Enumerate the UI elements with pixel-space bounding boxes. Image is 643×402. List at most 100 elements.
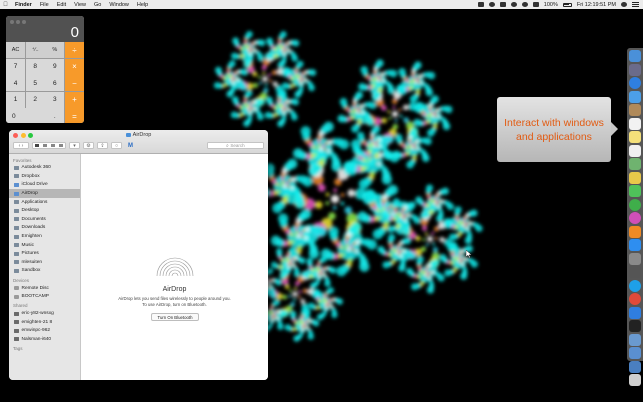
calendar-icon[interactable] <box>629 117 641 130</box>
bluetooth-icon[interactable] <box>510 2 517 7</box>
sidebar-item-desktop[interactable]: Desktop <box>9 206 80 215</box>
sidebar-item-downloads[interactable]: Downloads <box>9 224 80 233</box>
sidebar-item-emwinpc-962[interactable]: emwinpc-962 <box>9 327 80 336</box>
clock[interactable]: Fri 12:19:51 PM <box>577 2 616 8</box>
close-button[interactable] <box>10 20 14 24</box>
calc-key-13[interactable]: 2 <box>25 91 45 108</box>
itunes-icon[interactable] <box>629 212 641 224</box>
photos-icon[interactable] <box>629 171 641 184</box>
finder-window[interactable]: AirDrop ‹ › ▾ ⚙ ⇪ ○ M ⌕ Search Favorites A… <box>9 130 268 380</box>
calc-key-7[interactable]: × <box>64 58 84 75</box>
display-status-icon[interactable] <box>499 2 506 7</box>
sidebar-item-sandbox[interactable]: Sandbox <box>9 267 80 276</box>
spotlight-icon[interactable] <box>621 2 627 7</box>
sidebar-item-icloud-drive[interactable]: iCloud Drive <box>9 181 80 190</box>
menu-finder[interactable]: Finder <box>11 2 36 8</box>
calc-key-0[interactable]: AC <box>6 42 26 58</box>
volume-icon[interactable] <box>532 2 539 7</box>
action-button[interactable]: ⚙ <box>83 142 94 149</box>
calc-key-8[interactable]: 4 <box>6 75 26 91</box>
arrange-button[interactable]: ▾ <box>69 142 80 149</box>
calc-key-2[interactable]: % <box>45 42 65 58</box>
search-input[interactable]: ⌕ Search <box>207 142 264 149</box>
calc-key-5[interactable]: 8 <box>25 58 45 75</box>
sidebar-item-emighten-21-8[interactable]: emighten-21 8 <box>9 318 80 327</box>
notification-center-icon[interactable] <box>632 2 639 7</box>
mail-icon[interactable] <box>629 90 641 103</box>
notes-icon[interactable] <box>629 131 641 143</box>
sidebar-item-music[interactable]: Music <box>9 241 80 250</box>
calc-key-12[interactable]: 1 <box>6 91 26 108</box>
sidebar-item-remote-disc[interactable]: Remote Disc <box>9 284 80 293</box>
sidebar-item-applications[interactable]: Applications <box>9 198 80 207</box>
menu-file[interactable]: File <box>36 2 53 8</box>
share-button[interactable]: ⇪ <box>97 142 108 149</box>
terminal-icon[interactable] <box>629 320 641 332</box>
back-forward-buttons[interactable]: ‹ › <box>13 142 29 149</box>
battery-icon[interactable] <box>562 2 572 7</box>
reminders-icon[interactable] <box>629 144 641 157</box>
sidebar-item-documents[interactable]: Documents <box>9 215 80 224</box>
tags-button[interactable]: ○ <box>111 142 122 149</box>
calc-key-14[interactable]: 3 <box>45 91 65 108</box>
finder-icon[interactable] <box>629 50 641 62</box>
facetime-icon[interactable] <box>629 198 641 211</box>
calc-key-1[interactable]: ⁺∕₋ <box>25 42 45 58</box>
sidebar-item-mlesuiten[interactable]: mlesuiten <box>9 258 80 267</box>
wifi-icon[interactable] <box>521 2 528 7</box>
messages-icon[interactable] <box>629 185 641 197</box>
menu-help[interactable]: Help <box>133 2 152 8</box>
calc-key-3[interactable]: ÷ <box>64 42 84 58</box>
calc-key-6[interactable]: 9 <box>45 58 65 75</box>
safari-icon[interactable] <box>629 77 641 89</box>
calc-key-9[interactable]: 5 <box>25 75 45 91</box>
menu-view[interactable]: View <box>70 2 90 8</box>
finder-titlebar[interactable]: AirDrop ‹ › ▾ ⚙ ⇪ ○ M ⌕ Search <box>9 130 268 154</box>
sync-status-icon[interactable] <box>488 2 495 7</box>
dropbox-status-icon[interactable] <box>477 2 484 7</box>
battery-percent[interactable]: 100% <box>544 2 558 8</box>
skype-icon[interactable] <box>629 279 641 292</box>
calc-key-17[interactable]: . <box>45 108 65 123</box>
sidebar-item-autodesk-360[interactable]: Autodesk 360 <box>9 164 80 173</box>
zoom-button[interactable] <box>22 20 26 24</box>
calc-key-16[interactable]: 0 <box>6 108 45 123</box>
preview-icon[interactable] <box>629 333 641 346</box>
menu-go[interactable]: Go <box>90 2 105 8</box>
menu-edit[interactable]: Edit <box>53 2 70 8</box>
launchpad-icon[interactable] <box>629 63 641 76</box>
calc-key-4[interactable]: 7 <box>6 58 26 75</box>
downloads-stack-icon[interactable] <box>629 360 641 373</box>
dropbox-icon[interactable] <box>629 306 641 319</box>
maps-icon[interactable] <box>629 158 641 170</box>
sidebar-item-eric-y82-wnsxg[interactable]: eric-y82-wnsxg <box>9 309 80 318</box>
calculator-window[interactable]: 0 AC ⁺∕₋% ÷ 7 8 9 × 4 5 6− 1 2 3 +0. = <box>6 16 84 123</box>
sidebar-item-emighten[interactable]: Emighten <box>9 232 80 241</box>
minimize-button[interactable] <box>16 20 20 24</box>
system-preferences-icon[interactable] <box>629 252 641 265</box>
sidebar-item-bootcamp[interactable]: BOOTCAMP <box>9 292 80 301</box>
app-store-icon[interactable] <box>629 239 641 251</box>
chrome-icon[interactable] <box>629 293 641 305</box>
turn-on-bluetooth-button[interactable]: Turn On Bluetooth <box>151 313 199 321</box>
folder-icon[interactable] <box>629 347 641 359</box>
contacts-icon[interactable] <box>629 104 641 116</box>
calculator-icon[interactable] <box>629 266 641 278</box>
view-mode-buttons[interactable] <box>32 142 66 149</box>
calc-key-15[interactable]: + <box>64 91 84 108</box>
folder-icon <box>14 165 19 170</box>
ibooks-icon[interactable] <box>629 225 641 238</box>
sidebar-item-airdrop[interactable]: AirDrop <box>9 189 80 198</box>
sidebar-item-pictures[interactable]: Pictures <box>9 249 80 258</box>
menu-window[interactable]: Window <box>105 2 133 8</box>
calc-key-10[interactable]: 6 <box>45 75 65 91</box>
calc-key-18[interactable]: = <box>64 108 84 123</box>
trash-icon[interactable] <box>629 374 641 386</box>
apple-menu-icon[interactable]:  <box>0 2 11 8</box>
app-logo-icon[interactable]: M <box>125 142 136 149</box>
sidebar-item-nalsman-i640[interactable]: Nalsman-i640 <box>9 335 80 344</box>
status-area: 100% Fri 12:19:51 PM <box>477 2 643 8</box>
sidebar-item-dropbox[interactable]: Dropbox <box>9 172 80 181</box>
sidebar-item-label: AirDrop <box>21 191 38 197</box>
calc-key-11[interactable]: − <box>64 75 84 91</box>
